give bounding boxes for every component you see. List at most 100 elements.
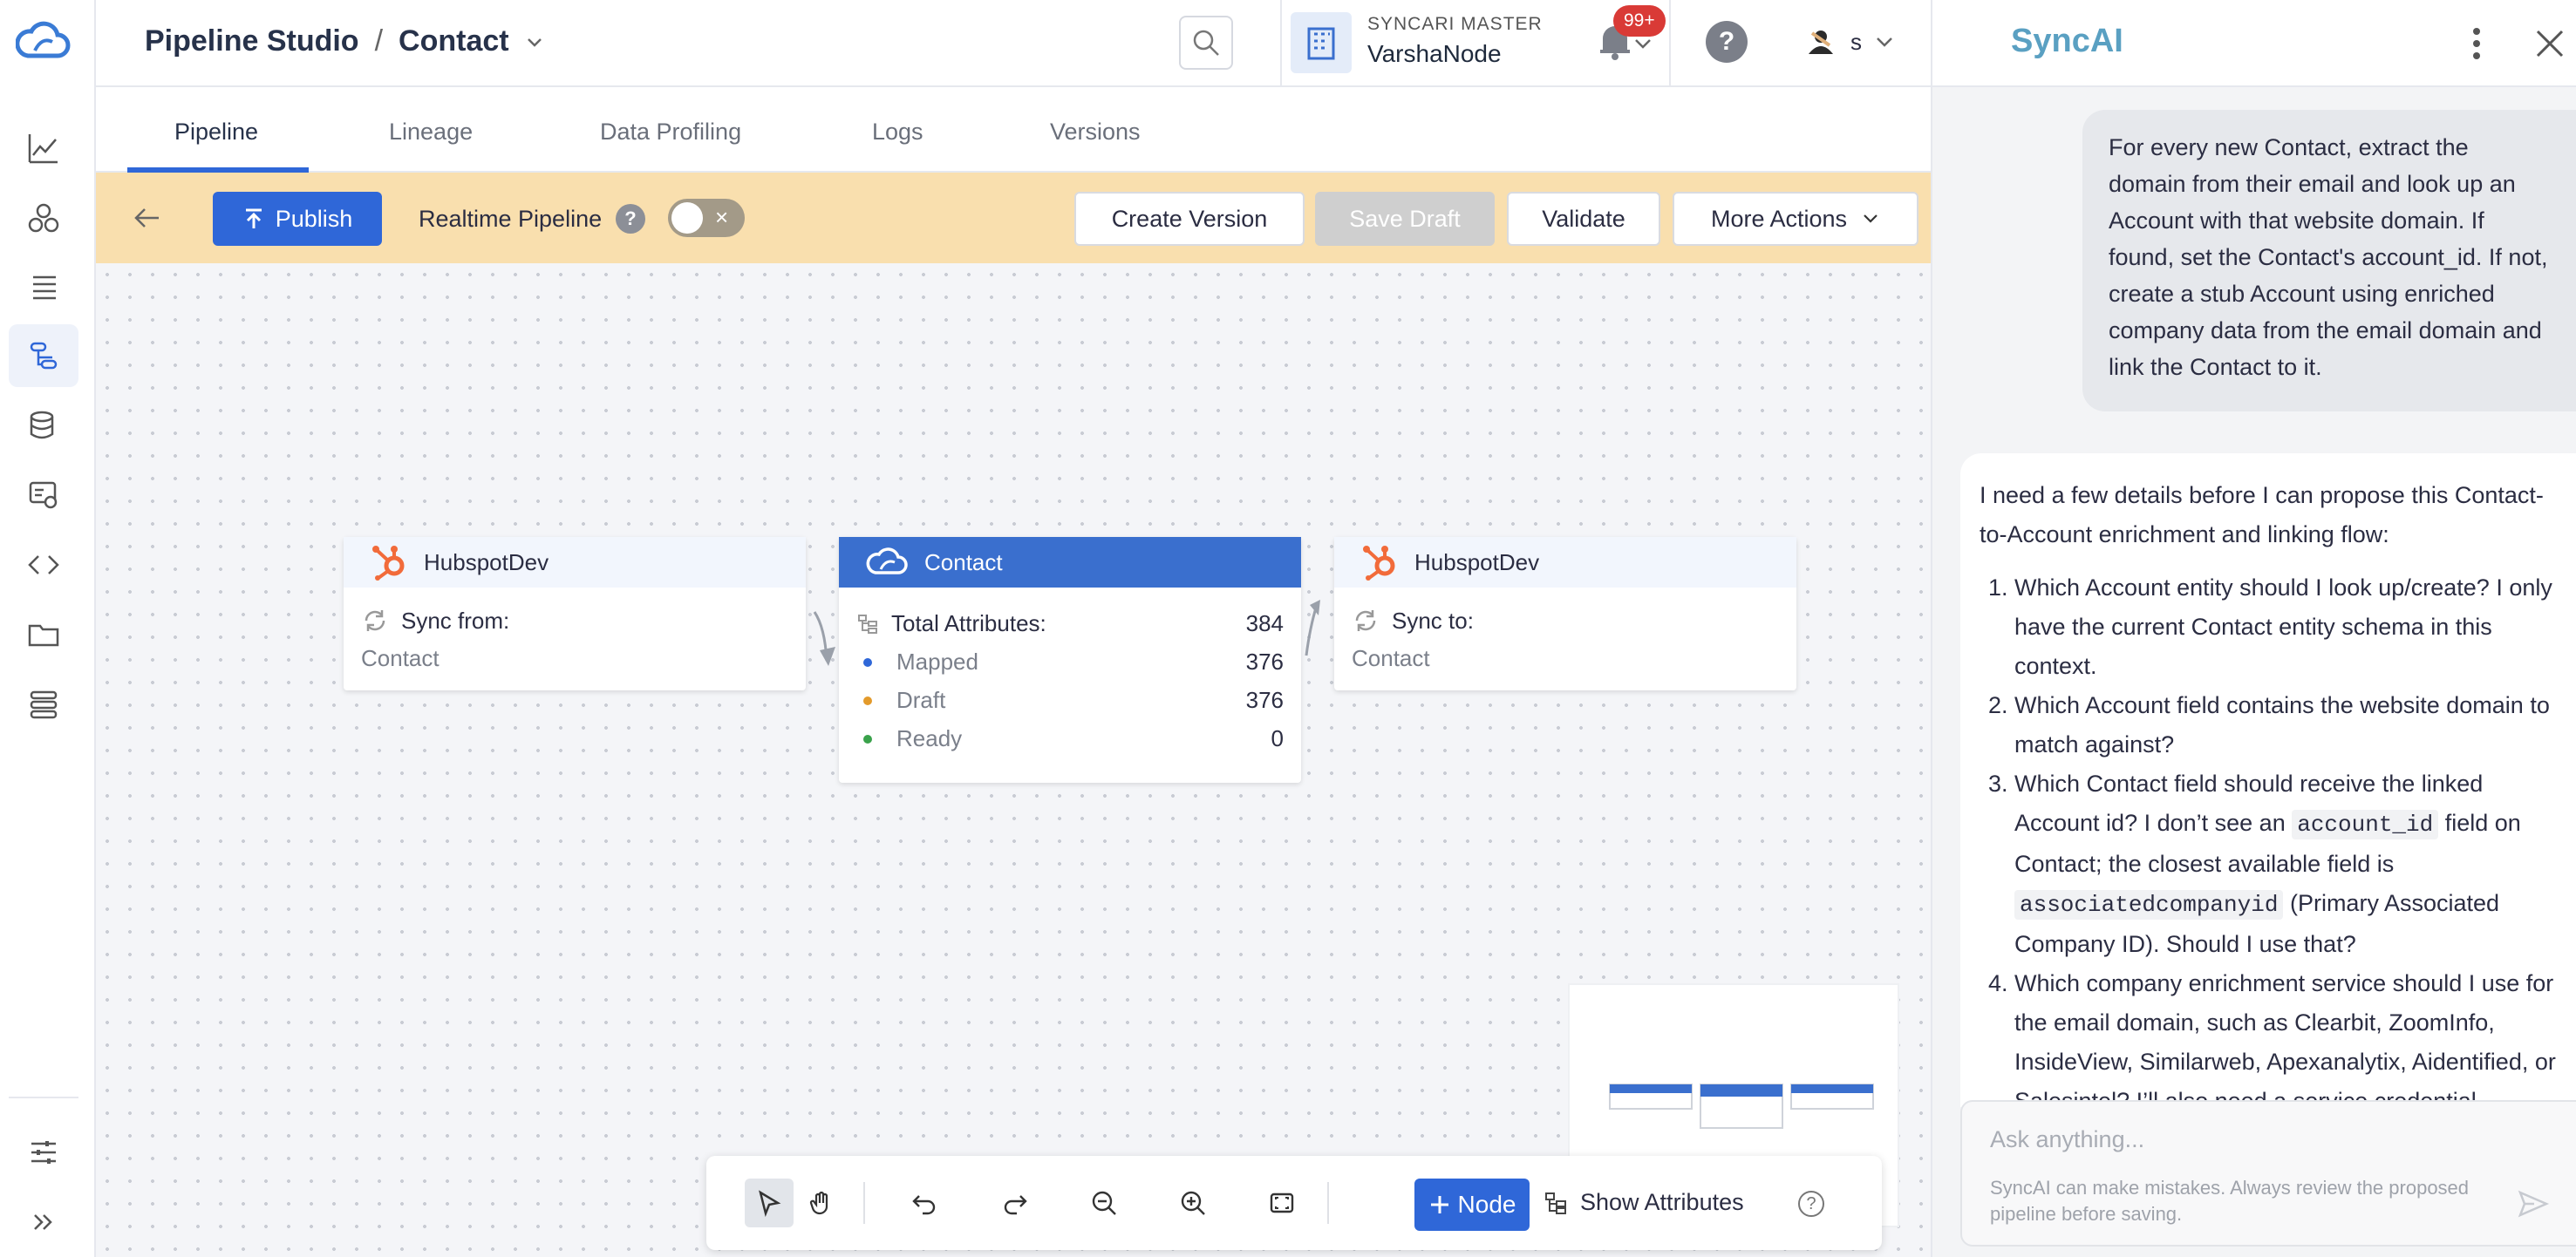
breadcrumb-separator: /: [374, 24, 384, 58]
nav-code-icon[interactable]: [9, 533, 78, 596]
toolbar-divider: [1327, 1182, 1329, 1224]
source-node[interactable]: HubspotDev Sync from: Contact: [344, 537, 806, 690]
entity-node[interactable]: Contact Total Attributes: 384 Mapped 376…: [839, 537, 1301, 783]
pan-tool-button[interactable]: [797, 1179, 846, 1227]
destination-node-header: HubspotDev: [1334, 537, 1796, 588]
nav-dashboard-icon[interactable]: [9, 117, 78, 180]
search-button[interactable]: [1179, 16, 1233, 70]
zoom-out-icon: [1092, 1191, 1116, 1215]
validate-button[interactable]: Validate: [1507, 192, 1660, 246]
list-item: Which Contact field should receive the l…: [2014, 764, 2559, 964]
org-label: SYNCARI MASTER: [1367, 14, 1543, 34]
hubspot-icon: [1363, 546, 1395, 581]
hierarchy-icon: [1545, 1192, 1566, 1214]
chat-header: SyncAI: [1932, 0, 2576, 87]
toolbar-divider: [863, 1182, 865, 1224]
disclaimer-text: SyncAI can make mistakes. Always review …: [1990, 1177, 2470, 1225]
entity-node-title: Contact: [924, 548, 1003, 575]
nav-list-icon[interactable]: [9, 256, 78, 319]
toggle-off-icon: ×: [715, 204, 729, 230]
show-attributes-button[interactable]: Show Attributes: [1544, 1189, 1744, 1216]
expand-rail-icon[interactable]: [9, 1191, 78, 1254]
fit-screen-icon: [1270, 1192, 1294, 1213]
user-menu[interactable]: s: [1803, 24, 1895, 59]
more-actions-button[interactable]: More Actions: [1673, 192, 1918, 246]
tab-bar: Pipeline Lineage Data Profiling Logs Ver…: [96, 87, 1931, 173]
draft-dot: [863, 696, 872, 705]
canvas-help-icon[interactable]: ?: [1798, 1191, 1824, 1217]
publish-button[interactable]: Publish: [213, 192, 382, 246]
source-node-title: HubspotDev: [424, 548, 549, 575]
realtime-toggle[interactable]: ×: [668, 199, 745, 237]
redo-icon: [1004, 1195, 1027, 1215]
tab-pipeline[interactable]: Pipeline: [174, 119, 258, 146]
q3-code-account-id: account_id: [2292, 810, 2439, 839]
mapped-label: Mapped: [896, 649, 978, 675]
chat-composer: SyncAI can make mistakes. Always review …: [1960, 1100, 2576, 1247]
breadcrumb-app-title[interactable]: Pipeline Studio: [145, 24, 359, 58]
more-options-icon[interactable]: [2471, 26, 2482, 61]
hubspot-icon: [372, 546, 405, 581]
nav-stack-icon[interactable]: [9, 673, 78, 736]
nav-folder-icon[interactable]: [9, 603, 78, 666]
ready-row: Ready: [856, 725, 962, 752]
send-icon[interactable]: [2517, 1187, 2550, 1220]
chat-input[interactable]: [1990, 1126, 2513, 1153]
list-item: Which Account field contains the website…: [2014, 686, 2559, 764]
source-sync-row: Sync from:: [361, 607, 509, 635]
sync-icon: [1355, 610, 1376, 631]
tab-versions[interactable]: Versions: [1050, 119, 1141, 146]
create-version-button[interactable]: Create Version: [1074, 192, 1305, 246]
fit-view-button[interactable]: [1257, 1179, 1306, 1227]
upload-icon: [245, 208, 262, 228]
tab-lineage[interactable]: Lineage: [389, 119, 473, 146]
mapped-row: Mapped: [856, 649, 978, 676]
chevron-down-icon: [1864, 214, 1877, 223]
redo-button[interactable]: [991, 1179, 1039, 1227]
breadcrumb: Pipeline Studio / Contact: [145, 24, 544, 58]
tab-data-profiling[interactable]: Data Profiling: [600, 119, 741, 146]
zoom-out-button[interactable]: [1080, 1179, 1128, 1227]
question-list: Which Account entity should I look up/cr…: [1980, 568, 2559, 1107]
breadcrumb-entity[interactable]: Contact: [399, 24, 509, 58]
destination-node[interactable]: HubspotDev Sync to: Contact: [1334, 537, 1796, 690]
nav-settings-sliders-icon[interactable]: [9, 1121, 78, 1184]
more-actions-label: More Actions: [1710, 205, 1848, 232]
sync-icon: [365, 610, 385, 631]
syncai-chat-panel: SyncAI For every new Contact, extract th…: [1931, 0, 2576, 1257]
show-attributes-label: Show Attributes: [1580, 1189, 1744, 1215]
mapped-dot: [863, 657, 872, 667]
nav-entities-icon[interactable]: [9, 187, 78, 249]
undo-button[interactable]: [900, 1179, 949, 1227]
chevron-down-icon[interactable]: [525, 32, 544, 51]
close-icon[interactable]: [2532, 26, 2567, 61]
realtime-pipeline-label: Realtime Pipeline: [419, 206, 603, 232]
rail-divider: [9, 1097, 78, 1098]
destination-sync-label: Sync to:: [1392, 607, 1474, 634]
nav-database-icon[interactable]: [9, 394, 78, 457]
user-message: For every new Contact, extract the domai…: [2082, 110, 2576, 411]
nav-pipeline-icon[interactable]: [9, 324, 78, 387]
search-icon: [1193, 30, 1219, 56]
source-sync-label: Sync from:: [401, 607, 510, 634]
destination-entity: Contact: [1352, 645, 1430, 671]
select-tool-button[interactable]: [745, 1179, 794, 1227]
publish-label: Publish: [275, 205, 353, 232]
zoom-in-icon: [1181, 1191, 1205, 1215]
help-icon[interactable]: ?: [1706, 21, 1748, 63]
zoom-in-button[interactable]: [1169, 1179, 1217, 1227]
syncari-logo-icon[interactable]: [15, 17, 72, 66]
mapped-value: 376: [1245, 649, 1284, 675]
source-entity: Contact: [361, 645, 440, 671]
pipeline-toolbar: Publish Realtime Pipeline ? × Create Ver…: [96, 173, 1931, 263]
add-node-button[interactable]: Node: [1414, 1179, 1530, 1231]
realtime-help-icon[interactable]: ?: [616, 204, 645, 234]
save-draft-button[interactable]: Save Draft: [1315, 192, 1495, 246]
top-header: Pipeline Studio / Contact SYNCARI MASTER…: [96, 0, 1931, 87]
ready-dot: [863, 734, 872, 744]
pipeline-canvas[interactable]: HubspotDev Sync from: Contact Contact To…: [96, 263, 1931, 1257]
plus-icon: [1430, 1196, 1448, 1213]
tab-logs[interactable]: Logs: [872, 119, 923, 146]
back-arrow-icon[interactable]: [131, 202, 162, 234]
nav-monitor-icon[interactable]: [9, 464, 78, 527]
